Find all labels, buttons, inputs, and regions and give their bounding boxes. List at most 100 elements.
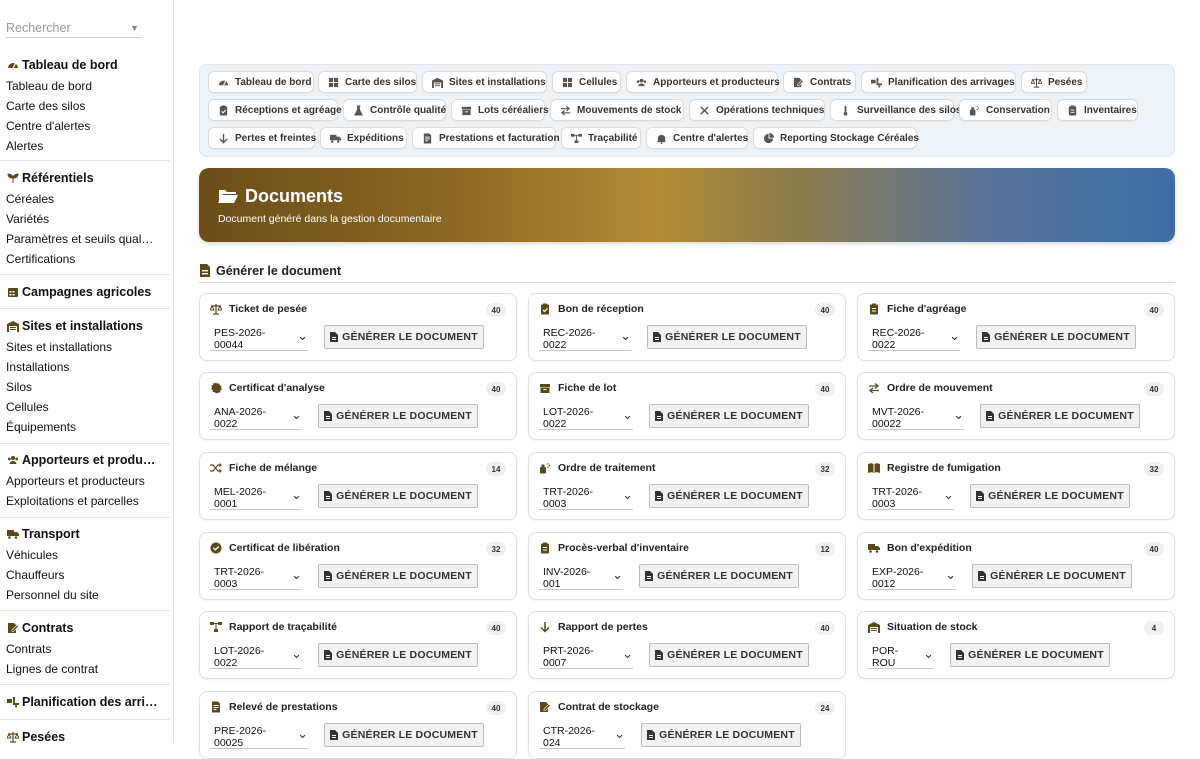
document-record-select[interactable]: POR-ROU ⌄ [868,645,934,669]
count-badge: 40 [486,701,506,715]
sidebar-section-header[interactable]: Planification des arri… [0,692,173,712]
generate-document-button[interactable]: GÉNÉRER LE DOCUMENT [950,643,1110,667]
generate-document-button[interactable]: GÉNÉRER LE DOCUMENT [972,564,1132,588]
sidebar-item[interactable]: Tableau de bord [0,76,173,96]
document-card: Situation de stock 4 POR-ROU ⌄ GÉNÉRER LE DO… [857,611,1175,679]
sidebar-item[interactable]: Variétés [0,209,173,229]
sidebar-section-header[interactable]: Campagnes agricoles [0,282,173,302]
sidebar-section-header[interactable]: Contrats [0,618,173,638]
document-record-select[interactable]: TRT-2026-0003 ⌄ [210,566,302,590]
module-tab[interactable]: Contrôle qualité [343,99,446,121]
module-tab[interactable]: Reporting Stockage Céréales [753,127,919,149]
sidebar-section-header[interactable]: Référentiels [0,168,173,188]
generate-document-button[interactable]: GÉNÉRER LE DOCUMENT [647,325,807,349]
sidebar-item[interactable]: Certifications [0,249,173,269]
generate-document-button[interactable]: GÉNÉRER LE DOCUMENT [318,643,478,667]
sidebar-item[interactable]: Lignes de contrat [0,659,173,679]
sidebar-section-header[interactable]: Pesées [0,727,173,743]
sidebar-item[interactable]: Céréales [0,189,173,209]
sidebar-item[interactable]: Véhicules [0,545,173,565]
sidebar-item[interactable]: Cellules [0,397,173,417]
truck-loading-icon [871,77,882,88]
generate-document-button[interactable]: GÉNÉRER LE DOCUMENT [318,564,478,588]
module-tab[interactable]: Apporteurs et producteurs [626,71,780,93]
document-record-select[interactable]: INV-2026-001 ⌄ [539,566,623,590]
generate-document-button[interactable]: GÉNÉRER LE DOCUMENT [970,484,1130,508]
sidebar-item[interactable]: Chauffeurs [0,565,173,585]
module-tab[interactable]: Inventaires [1057,99,1138,121]
sidebar-item[interactable]: Apporteurs et producteurs [0,471,173,491]
module-tab[interactable]: Cellules [552,71,621,93]
generate-document-button[interactable]: GÉNÉRER LE DOCUMENT [649,404,809,428]
sidebar-item[interactable]: Carte des silos [0,96,173,116]
module-tab[interactable]: Centre d'alertes [646,127,748,149]
sidebar-section-header[interactable]: Tableau de bord [0,55,173,75]
sidebar-item[interactable]: Équipements [0,417,173,437]
module-tab-label: Mouvements de stock [577,104,682,116]
generate-document-button[interactable]: GÉNÉRER LE DOCUMENT [649,643,809,667]
document-record-select[interactable]: PRT-2026-0007 ⌄ [539,645,633,669]
document-record-select[interactable]: LOT-2026-0022 ⌄ [539,406,633,430]
generate-document-button[interactable]: GÉNÉRER LE DOCUMENT [980,404,1140,428]
document-record-select[interactable]: REC-2026-0022 ⌄ [539,327,631,351]
document-record-select[interactable]: MVT-2026-00022 ⌄ [868,406,964,430]
generate-document-button[interactable]: GÉNÉRER LE DOCUMENT [324,723,484,747]
generate-document-button[interactable]: GÉNÉRER LE DOCUMENT [976,325,1136,349]
document-record-select[interactable]: REC-2026-0022 ⌄ [868,327,960,351]
document-record-select[interactable]: PES-2026-00044 ⌄ [210,327,308,351]
module-tab[interactable]: Expéditions [320,127,407,149]
module-tab[interactable]: Planification des arrivages [861,71,1016,93]
sidebar-item[interactable]: Alertes [0,136,173,156]
module-tab[interactable]: Pesées [1021,71,1087,93]
exchange-icon [560,105,571,116]
document-record-select[interactable]: MEL-2026-0001 ⌄ [210,486,302,510]
module-tab[interactable]: Tableau de bord [208,71,314,93]
sidebar-item[interactable]: Personnel du site [0,585,173,605]
generate-document-button[interactable]: GÉNÉRER LE DOCUMENT [649,484,809,508]
module-tab[interactable]: Conservation [959,99,1052,121]
sidebar-item[interactable]: Silos [0,377,173,397]
warehouse-icon [432,77,443,88]
search-select[interactable]: Rechercher ▼ [6,18,142,38]
page-banner: Documents Document généré dans la gestio… [199,168,1175,242]
sidebar-item[interactable]: Installations [0,357,173,377]
module-tab[interactable]: Prestations et facturation [412,127,560,149]
document-record-select[interactable]: EXP-2026-0012 ⌄ [868,566,956,590]
module-tab[interactable]: Pertes et freintes [208,127,316,149]
module-tab-label: Contrôle qualité [370,104,447,116]
sidebar-section-header[interactable]: Transport [0,524,173,544]
sidebar-item[interactable]: Contrats [0,639,173,659]
module-tab-label: Lots céréaliers [478,104,549,116]
generate-document-button[interactable]: GÉNÉRER LE DOCUMENT [318,404,478,428]
document-record-select[interactable]: ANA-2026-0022 ⌄ [210,406,302,430]
module-tab[interactable]: Traçabilité [561,127,641,149]
document-record-select[interactable]: CTR-2026-024 ⌄ [539,725,625,749]
document-record-select[interactable]: TRT-2026-0003 ⌄ [868,486,954,510]
generate-document-button[interactable]: GÉNÉRER LE DOCUMENT [639,564,799,588]
sidebar-item[interactable]: Sites et installations [0,337,173,357]
module-tab[interactable]: Surveillance des silos [830,99,962,121]
generate-document-label: GÉNÉRER LE DOCUMENT [665,331,801,343]
sidebar-item[interactable]: Exploitations et parcelles [0,491,173,511]
chevron-down-icon: ⌄ [291,487,302,502]
sidebar-item[interactable]: Paramètres et seuils qual… [0,229,173,249]
sidebar-section-header[interactable]: Apporteurs et produ… [0,450,173,470]
module-tab[interactable]: Carte des silos [318,71,417,93]
module-tab[interactable]: Contrats [783,71,856,93]
sidebar-item[interactable]: Centre d'alertes [0,116,173,136]
sidebar-section-header[interactable]: Sites et installations [0,316,173,336]
module-tab[interactable]: Réceptions et agréage [208,99,342,121]
document-record-select[interactable]: TRT-2026-0003 ⌄ [539,486,633,510]
module-tab[interactable]: Sites et installations [422,71,547,93]
module-tab[interactable]: Opérations techniques [689,99,825,121]
generate-document-label: GÉNÉRER LE DOCUMENT [998,410,1134,422]
generate-document-label: GÉNÉRER LE DOCUMENT [667,410,803,422]
module-tab[interactable]: Lots céréaliers [451,99,549,121]
module-tab[interactable]: Mouvements de stock [550,99,684,121]
generate-document-button[interactable]: GÉNÉRER LE DOCUMENT [641,723,801,747]
generate-document-button[interactable]: GÉNÉRER LE DOCUMENT [324,325,484,349]
document-record-select[interactable]: LOT-2026-0022 ⌄ [210,645,302,669]
document-card-header: Fiche de lot [539,382,616,394]
generate-document-button[interactable]: GÉNÉRER LE DOCUMENT [318,484,478,508]
document-record-select[interactable]: PRE-2026-00025 ⌄ [210,725,308,749]
